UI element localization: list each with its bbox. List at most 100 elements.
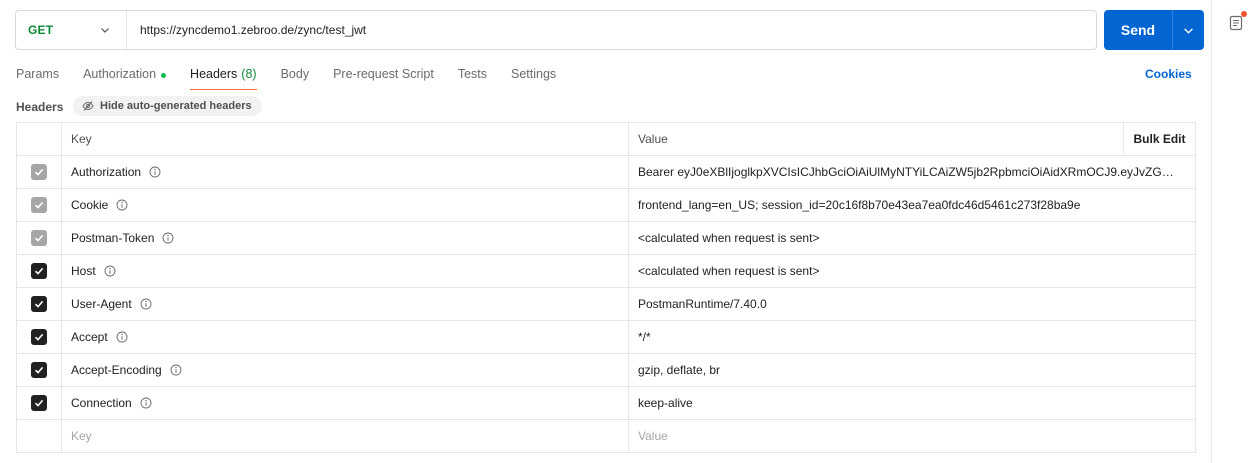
row-checkbox: [31, 197, 47, 213]
headers-table: Key Value Bulk Edit Authorization Bearer …: [16, 122, 1196, 453]
header-value-cell[interactable]: keep-alive: [629, 387, 1195, 419]
tab-params[interactable]: Params: [16, 64, 59, 90]
header-value-cell[interactable]: <calculated when request is sent>: [629, 255, 1195, 287]
new-key-input[interactable]: Key: [62, 420, 629, 452]
status-dot: [161, 73, 167, 78]
info-icon[interactable]: [149, 166, 161, 178]
info-icon[interactable]: [170, 364, 182, 376]
row-checkbox-cell: [17, 255, 62, 287]
header-key: Authorization: [71, 165, 142, 179]
header-key: Postman-Token: [71, 231, 155, 245]
header-value: <calculated when request is sent>: [638, 231, 820, 245]
table-row: Authorization Bearer eyJ0eXBlIjoglkpXVCIs…: [17, 156, 1195, 189]
right-sidebar: [1211, 0, 1260, 463]
table-row: Accept */*: [17, 321, 1195, 354]
value-placeholder: Value: [638, 429, 668, 443]
tab-label: Headers: [190, 67, 238, 81]
header-key-cell[interactable]: Host: [62, 255, 629, 287]
table-row: Cookie frontend_lang=en_US; session_id=20…: [17, 189, 1195, 222]
method-select[interactable]: GET: [16, 11, 127, 49]
hide-auto-generated-headers-button[interactable]: Hide auto-generated headers: [73, 96, 262, 116]
column-header-value: Value: [638, 132, 668, 146]
key-placeholder: Key: [71, 429, 92, 443]
headers-section-title: Headers: [16, 100, 64, 114]
row-checkbox-cell: [17, 288, 62, 320]
header-value: PostmanRuntime/7.40.0: [638, 297, 767, 311]
info-icon[interactable]: [162, 232, 174, 244]
send-button[interactable]: Send: [1104, 10, 1204, 50]
row-checkbox: [31, 164, 47, 180]
table-header-row: Key Value Bulk Edit: [17, 123, 1195, 156]
table-row: Host <calculated when request is sent>: [17, 255, 1195, 288]
header-value: gzip, deflate, br: [638, 363, 721, 377]
info-icon[interactable]: [116, 331, 128, 343]
header-value-cell[interactable]: */*: [629, 321, 1195, 353]
tab-pre-request-script[interactable]: Pre-request Script: [333, 64, 434, 90]
header-value-cell[interactable]: frontend_lang=en_US; session_id=20c16f8b…: [629, 189, 1195, 221]
send-dropdown[interactable]: [1173, 26, 1204, 35]
info-icon[interactable]: [104, 265, 116, 277]
tab-body[interactable]: Body: [281, 64, 310, 90]
tab-tests[interactable]: Tests: [458, 64, 487, 90]
header-key: User-Agent: [71, 297, 132, 311]
tab-settings[interactable]: Settings: [511, 64, 556, 90]
header-key-cell[interactable]: Accept-Encoding: [62, 354, 629, 386]
table-row: Connection keep-alive: [17, 387, 1195, 420]
header-value-cell[interactable]: <calculated when request is sent>: [629, 222, 1195, 254]
chevron-down-icon: [101, 28, 109, 33]
send-label: Send: [1120, 22, 1156, 38]
tab-count-badge: (8): [241, 67, 257, 81]
tab-label: Pre-request Script: [333, 67, 434, 81]
header-value-cell[interactable]: gzip, deflate, br: [629, 354, 1195, 386]
header-key-cell[interactable]: Cookie: [62, 189, 629, 221]
info-icon[interactable]: [140, 397, 152, 409]
row-checkbox-cell: [17, 387, 62, 419]
header-key-cell[interactable]: Postman-Token: [62, 222, 629, 254]
table-row: User-Agent PostmanRuntime/7.40.0: [17, 288, 1195, 321]
tab-label: Body: [280, 67, 310, 81]
row-checkbox-cell: [17, 156, 62, 188]
tab-authorization[interactable]: Authorization: [83, 64, 167, 90]
row-checkbox-cell: [17, 321, 62, 353]
header-key: Cookie: [71, 198, 109, 212]
row-checkbox[interactable]: [31, 362, 47, 378]
header-key-cell[interactable]: Connection: [62, 387, 629, 419]
hide-button-label: Hide auto-generated headers: [100, 100, 252, 112]
row-checkbox[interactable]: [31, 263, 47, 279]
info-icon[interactable]: [116, 199, 128, 211]
info-icon[interactable]: [140, 298, 152, 310]
new-header-row: Key Value: [17, 420, 1195, 453]
row-checkbox-cell: [17, 354, 62, 386]
header-key-cell[interactable]: User-Agent: [62, 288, 629, 320]
row-checkbox-cell: [17, 222, 62, 254]
header-key: Connection: [71, 396, 132, 410]
header-value: frontend_lang=en_US; session_id=20c16f8b…: [638, 198, 1081, 212]
row-checkbox: [31, 230, 47, 246]
new-value-input[interactable]: Value: [629, 420, 1195, 452]
cookies-link[interactable]: Cookies: [1145, 67, 1192, 81]
row-checkbox[interactable]: [31, 296, 47, 312]
url-input[interactable]: [127, 11, 1096, 49]
header-key-cell[interactable]: Accept: [62, 321, 629, 353]
column-header-key: Key: [62, 123, 629, 155]
header-key: Accept-Encoding: [71, 363, 162, 377]
header-key: Host: [71, 264, 96, 278]
tab-label: Params: [16, 67, 60, 81]
notification-dot: [1241, 11, 1247, 17]
tab-label: Settings: [511, 67, 557, 81]
row-checkbox-cell: [17, 189, 62, 221]
header-value-cell[interactable]: Bearer eyJ0eXBlIjoglkpXVCIsICJhbGciOiAiU…: [629, 156, 1195, 188]
header-value-cell[interactable]: PostmanRuntime/7.40.0: [629, 288, 1195, 320]
tab-headers[interactable]: Headers (8): [190, 64, 257, 90]
tab-label: Authorization: [83, 67, 157, 81]
header-value: */*: [638, 330, 651, 344]
row-checkbox[interactable]: [31, 329, 47, 345]
table-row: Accept-Encoding gzip, deflate, br: [17, 354, 1195, 387]
header-checkbox-cell: [17, 123, 62, 155]
empty-checkbox-cell: [17, 420, 62, 452]
method-label: GET: [28, 23, 54, 37]
header-key-cell[interactable]: Authorization: [62, 156, 629, 188]
bulk-edit-button[interactable]: Bulk Edit: [1123, 123, 1195, 155]
tab-label: Tests: [457, 67, 487, 81]
row-checkbox[interactable]: [31, 395, 47, 411]
